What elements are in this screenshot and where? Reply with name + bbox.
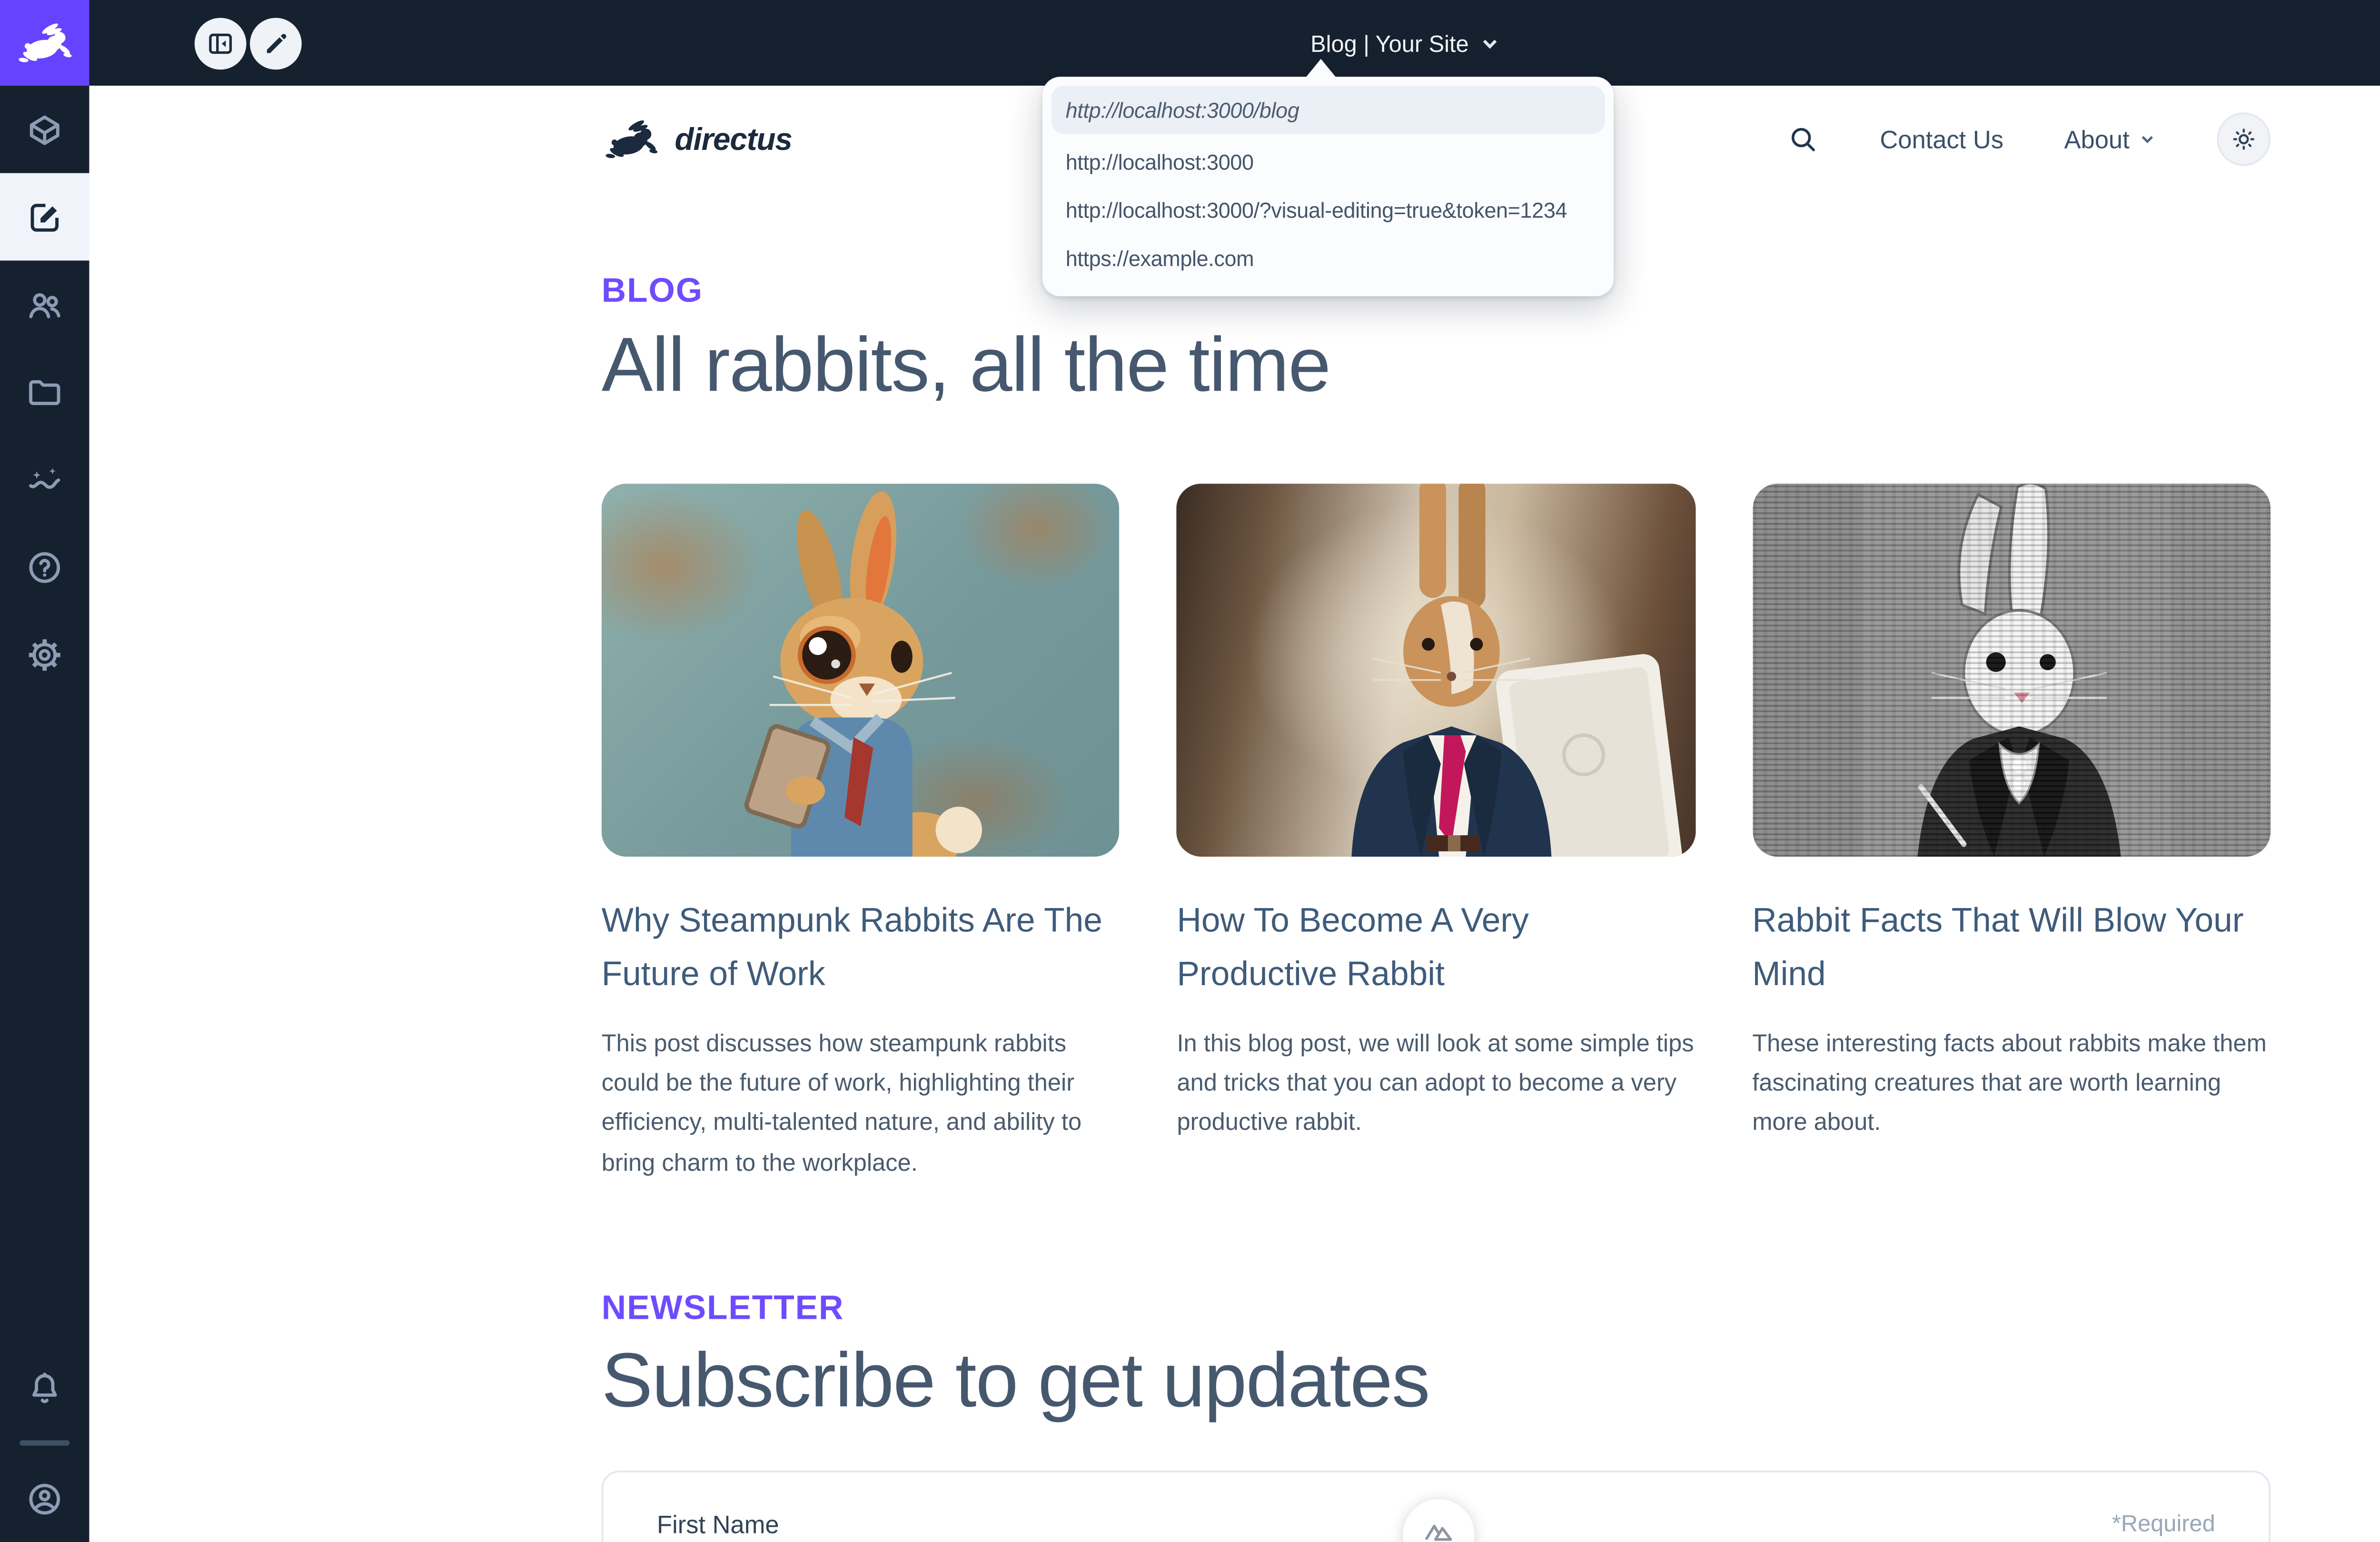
newsletter-title: Subscribe to get updates	[602, 1340, 2271, 1424]
nav-about-label: About	[2064, 125, 2130, 154]
directus-logo-button[interactable]	[0, 0, 89, 86]
sparkle-wave-icon	[25, 460, 65, 499]
sidebar-item-documentation[interactable]	[0, 523, 89, 611]
post-title[interactable]: How To Become A Very Productive Rabbit	[1177, 896, 1695, 1005]
module-sidebar	[0, 0, 89, 1542]
sidebar-item-insights[interactable]	[0, 435, 89, 523]
search-icon[interactable]	[1787, 123, 1819, 156]
sidebar-item-file-library[interactable]	[0, 348, 89, 435]
business-rabbit-illustration	[1177, 484, 1695, 857]
site-brand-wordmark: directus	[675, 120, 792, 158]
user-circle-icon	[25, 1479, 65, 1518]
bell-icon	[25, 1368, 65, 1407]
blog-title: All rabbits, all the time	[602, 325, 2271, 409]
sidebar-item-content[interactable]	[0, 86, 89, 173]
url-menu-item[interactable]: https://example.com	[1042, 234, 1614, 282]
help-circle-icon	[25, 547, 65, 586]
site-preview-pane: directus Contact Us About	[89, 86, 2380, 1542]
post-image-business-rabbit[interactable]	[1177, 484, 1695, 857]
collapse-panel-button[interactable]	[195, 17, 247, 69]
post-excerpt: This post discusses how steampunk rabbit…	[602, 1024, 1120, 1183]
chevron-down-icon	[2139, 130, 2157, 148]
edit-mode-button[interactable]	[250, 17, 302, 69]
url-menu: http://localhost:3000/blog http://localh…	[1042, 77, 1614, 296]
vintage-rabbit-illustration	[1752, 484, 2271, 857]
newsletter-eyebrow: NEWSLETTER	[602, 1290, 2271, 1330]
url-menu-item[interactable]: http://localhost:3000/?visual-editing=tr…	[1042, 186, 1614, 234]
page-selector[interactable]: Blog | Your Site	[1310, 0, 1499, 86]
directus-rabbit-icon	[14, 20, 75, 65]
post-excerpt: In this blog post, we will look at some …	[1177, 1024, 1695, 1143]
site-nav: Contact Us About	[1787, 112, 2271, 166]
post-excerpt: These interesting facts about rabbits ma…	[1752, 1024, 2271, 1143]
nav-about[interactable]: About	[2064, 125, 2156, 154]
url-menu-item[interactable]: http://localhost:3000	[1042, 138, 1614, 186]
sidebar-divider	[20, 1440, 69, 1445]
directus-rabbit-icon	[602, 117, 661, 162]
sidebar-item-user-directory[interactable]	[0, 261, 89, 348]
users-icon	[25, 285, 65, 324]
post-image-steampunk-rabbit[interactable]	[602, 484, 1120, 857]
panel-collapse-icon	[205, 28, 236, 58]
box-icon	[25, 110, 65, 149]
url-menu-item[interactable]: http://localhost:3000/blog	[1051, 86, 1605, 134]
mountain-logo-icon	[1421, 1513, 1457, 1542]
required-note: *Required	[2112, 1510, 2215, 1537]
page-selector-label: Blog | Your Site	[1310, 30, 1469, 56]
sun-icon	[2230, 125, 2258, 154]
sidebar-item-settings[interactable]	[0, 611, 89, 698]
sidebar-item-visual-editor[interactable]	[0, 173, 89, 261]
edit-square-icon	[25, 197, 65, 237]
post-grid: Why Steampunk Rabbits Are The Future of …	[602, 484, 2271, 1183]
url-menu-arrow	[1305, 59, 1337, 79]
editor-topbar: Blog | Your Site 1860 × 1020 100%	[89, 0, 2380, 86]
nav-contact-us[interactable]: Contact Us	[1880, 125, 2003, 154]
sidebar-item-account[interactable]	[0, 1454, 89, 1542]
post-title[interactable]: Rabbit Facts That Will Blow Your Mind	[1752, 896, 2271, 1005]
post-card: How To Become A Very Productive Rabbit I…	[1177, 484, 1695, 1183]
site-logo[interactable]: directus	[602, 117, 792, 162]
gear-icon	[25, 634, 65, 674]
post-card: Rabbit Facts That Will Blow Your Mind Th…	[1752, 484, 2271, 1183]
visual-editor-app: Blog | Your Site 1860 × 1020 100%	[0, 0, 2380, 1542]
steampunk-rabbit-illustration	[602, 484, 1120, 857]
post-title[interactable]: Why Steampunk Rabbits Are The Future of …	[602, 896, 1120, 1005]
first-name-field-label: First Name	[657, 1510, 779, 1539]
pencil-icon	[261, 28, 291, 58]
post-image-vintage-rabbit[interactable]	[1752, 484, 2271, 857]
sidebar-item-notifications[interactable]	[0, 1344, 89, 1432]
nav-contact-label: Contact Us	[1880, 125, 2003, 154]
newsletter-section: NEWSLETTER Subscribe to get updates	[602, 1290, 2271, 1424]
theme-toggle-button[interactable]	[2217, 112, 2271, 166]
folder-icon	[25, 372, 65, 412]
post-card: Why Steampunk Rabbits Are The Future of …	[602, 484, 1120, 1183]
chevron-down-icon	[1479, 33, 1499, 52]
